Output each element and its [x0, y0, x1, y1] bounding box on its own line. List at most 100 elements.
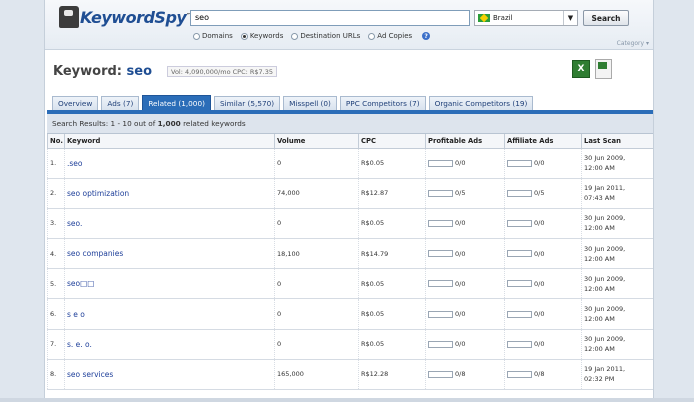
- excel-export-icon[interactable]: X: [572, 60, 590, 78]
- top-header: KeywordSpy™ seo Brazil ▼ Search Domains …: [45, 0, 653, 50]
- table-row: 8. seo services 165,000 R$12.28 0/8 0/8 19 Jan…: [47, 359, 653, 391]
- row-number: 7.: [47, 329, 65, 360]
- keyword-link[interactable]: .seo: [64, 148, 275, 179]
- search-button[interactable]: Search: [583, 10, 629, 26]
- table-row: 5. seo□□ 0 R$0.05 0/0 0/0 30 Jun 2009, 12:00 AM: [47, 268, 653, 300]
- profitable-ads-cell: 0/0: [425, 329, 505, 360]
- col-last-scan[interactable]: Last Scan: [581, 134, 653, 149]
- page-frame: KeywordSpy™ seo Brazil ▼ Search Domains …: [44, 0, 654, 398]
- radio-ad-copies-dot[interactable]: [368, 32, 376, 40]
- profitable-ads-bar: [428, 370, 453, 378]
- keywordspy-logo[interactable]: KeywordSpy™: [59, 4, 191, 30]
- help-icon[interactable]: ?: [422, 32, 431, 40]
- profitable-ads-cell: 0/0: [425, 238, 505, 270]
- keyword-link[interactable]: seo optimization: [64, 178, 275, 209]
- col-cpc[interactable]: CPC: [358, 134, 426, 149]
- logo-text: KeywordSpy™: [80, 7, 191, 27]
- horizontal-scrollbar[interactable]: [0, 398, 694, 402]
- cpc-value: R$0.05: [358, 148, 426, 179]
- tab-similar[interactable]: Similar (5,570): [213, 96, 281, 110]
- tab-ads[interactable]: Ads (7): [101, 96, 140, 110]
- volume-value: 0: [274, 208, 359, 240]
- profitable-ads-cell: 0/8: [425, 359, 505, 391]
- tab-organic-competitors[interactable]: Organic Competitors (19): [428, 96, 534, 110]
- volume-value: 18,100: [274, 238, 359, 270]
- volume-value: 0: [274, 298, 359, 330]
- tab-misspell[interactable]: Misspell (0): [283, 96, 337, 110]
- spy-logo-icon: [59, 6, 79, 28]
- profitable-ads-cell: 0/5: [425, 178, 505, 209]
- profitable-ads-bar: [428, 280, 453, 288]
- row-number: 4.: [47, 238, 65, 270]
- cpc-value: R$12.87: [358, 178, 426, 209]
- tab-ppc-competitors[interactable]: PPC Competitors (7): [339, 96, 426, 110]
- cpc-value: R$0.05: [358, 268, 426, 300]
- brazil-flag-icon: [478, 14, 490, 22]
- search-type-group: Domains Keywords Destination URLs Ad Cop…: [193, 32, 431, 40]
- affiliate-ads-bar: [507, 310, 532, 318]
- last-scan-cell: 30 Jun 2009, 12:00 AM: [581, 329, 653, 360]
- search-input[interactable]: seo: [190, 10, 470, 26]
- results-summary: Search Results: 1 - 10 out of 1,000 rela…: [47, 114, 653, 134]
- keyword-link[interactable]: s. e. o.: [64, 329, 275, 360]
- affiliate-ads-cell: 0/0: [504, 208, 582, 240]
- tab-overview[interactable]: Overview: [52, 96, 99, 110]
- row-number: 5.: [47, 268, 65, 300]
- profitable-ads-cell: 0/0: [425, 268, 505, 300]
- tab-related[interactable]: Related (1,000): [142, 95, 211, 110]
- table-row: 6. s e o 0 R$0.05 0/0 0/0 30 Jun 2009, 12:00 AM: [47, 298, 653, 330]
- profitable-ads-cell: 0/0: [425, 148, 505, 179]
- category-link[interactable]: Category ▾: [617, 40, 649, 47]
- profitable-ads-bar: [428, 340, 453, 348]
- country-select[interactable]: Brazil ▼: [474, 10, 578, 26]
- table-row: 2. seo optimization 74,000 R$12.87 0/5 0/5 19 …: [47, 178, 653, 209]
- export-document-icon[interactable]: [595, 59, 612, 79]
- col-no[interactable]: No.: [47, 134, 65, 149]
- affiliate-ads-bar: [507, 189, 532, 197]
- radio-ad-copies[interactable]: Ad Copies: [368, 32, 412, 40]
- keyword-link[interactable]: seo services: [64, 359, 275, 391]
- last-scan-cell: 30 Jun 2009, 12:00 AM: [581, 208, 653, 240]
- col-keyword[interactable]: Keyword: [64, 134, 275, 149]
- keyword-link[interactable]: seo□□: [64, 268, 275, 300]
- keyword-link[interactable]: seo companies: [64, 238, 275, 270]
- keyword-stats: Vol: 4,090,000/mo CPC: R$7.35: [167, 66, 278, 77]
- row-number: 1.: [47, 148, 65, 179]
- last-scan-cell: 30 Jun 2009, 12:00 AM: [581, 298, 653, 330]
- profitable-ads-bar: [428, 219, 453, 227]
- col-profitable-ads[interactable]: Profitable Ads: [425, 134, 505, 149]
- results-table: No. Keyword Volume CPC Profitable Ads Af…: [47, 134, 653, 391]
- radio-domains[interactable]: Domains: [193, 32, 233, 40]
- affiliate-ads-cell: 0/5: [504, 178, 582, 209]
- tab-bar: Overview Ads (7) Related (1,000) Similar…: [52, 95, 536, 110]
- volume-value: 0: [274, 329, 359, 360]
- profitable-ads-cell: 0/0: [425, 298, 505, 330]
- affiliate-ads-cell: 0/0: [504, 268, 582, 300]
- keyword-link[interactable]: seo.: [64, 208, 275, 240]
- profitable-ads-bar: [428, 189, 453, 197]
- volume-value: 0: [274, 148, 359, 179]
- radio-keywords-dot[interactable]: [240, 32, 248, 40]
- col-affiliate-ads[interactable]: Affiliate Ads: [504, 134, 582, 149]
- keyword-link[interactable]: s e o: [64, 298, 275, 330]
- keyword-name: seo: [126, 64, 153, 79]
- affiliate-ads-bar: [507, 340, 532, 348]
- chevron-down-icon[interactable]: ▼: [563, 11, 577, 25]
- volume-value: 74,000: [274, 178, 359, 209]
- radio-domains-dot[interactable]: [193, 32, 200, 40]
- page-title: Keyword: seo: [53, 64, 153, 79]
- profitable-ads-bar: [428, 310, 453, 318]
- cpc-value: R$0.05: [358, 298, 426, 330]
- row-number: 3.: [47, 208, 65, 240]
- radio-keywords[interactable]: Keywords: [240, 32, 283, 40]
- radio-destination-urls[interactable]: Destination URLs: [291, 32, 360, 40]
- profitable-ads-bar: [428, 250, 453, 258]
- last-scan-cell: 30 Jun 2009, 12:00 AM: [581, 148, 653, 179]
- cpc-value: R$12.28: [358, 359, 426, 391]
- cpc-value: R$0.05: [358, 329, 426, 360]
- radio-destination-urls-dot[interactable]: [291, 32, 299, 40]
- row-number: 6.: [47, 298, 65, 330]
- col-volume[interactable]: Volume: [274, 134, 359, 149]
- table-row: 3. seo. 0 R$0.05 0/0 0/0 30 Jun 2009, 12:00 AM: [47, 208, 653, 240]
- last-scan-cell: 30 Jun 2009, 12:00 AM: [581, 268, 653, 300]
